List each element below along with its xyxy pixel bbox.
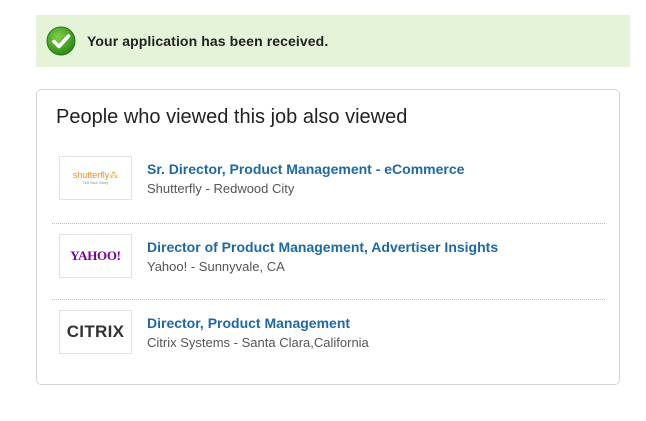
company-logo-shutterfly[interactable]: shutterfly⁂ Tell Your Story (59, 156, 132, 200)
job-text: Director of Product Management, Advertis… (147, 239, 498, 274)
shutterfly-logo-sub: Tell Your Story (82, 180, 109, 185)
company-location: Citrix Systems - Santa Clara,California (147, 335, 369, 350)
list-item: CITRIX Director, Product Management Citr… (52, 300, 605, 367)
list-item: shutterfly⁂ Tell Your Story Sr. Director… (52, 150, 605, 224)
job-list: shutterfly⁂ Tell Your Story Sr. Director… (52, 150, 605, 367)
job-title-link[interactable]: Director of Product Management, Advertis… (147, 239, 498, 255)
yahoo-logo: YAHOO! (70, 248, 121, 263)
shutterfly-logo: shutterfly⁂ Tell Your Story (72, 170, 119, 185)
company-location: Shutterfly - Redwood City (147, 181, 295, 196)
success-banner: Your application has been received. (36, 15, 630, 67)
banner-message: Your application has been received. (87, 33, 329, 49)
job-text: Sr. Director, Product Management - eComm… (147, 161, 464, 196)
company-logo-citrix[interactable]: CITRIX (59, 310, 132, 354)
page: Your application has been received. Peop… (0, 0, 646, 421)
list-item: YAHOO! Director of Product Management, A… (52, 224, 605, 300)
job-text: Director, Product Management Citrix Syst… (147, 315, 369, 350)
company-logo-yahoo[interactable]: YAHOO! (59, 234, 132, 278)
check-circle-icon (46, 26, 76, 56)
also-viewed-card: People who viewed this job also viewed s… (36, 89, 620, 385)
company-location: Yahoo! - Sunnyvale, CA (147, 259, 285, 274)
citrix-logo: CITRIX (66, 322, 125, 341)
shutterfly-logo-text: shutterfly (72, 170, 110, 180)
job-title-link[interactable]: Sr. Director, Product Management - eComm… (147, 161, 464, 177)
job-title-link[interactable]: Director, Product Management (147, 315, 369, 331)
card-title: People who viewed this job also viewed (56, 106, 408, 128)
